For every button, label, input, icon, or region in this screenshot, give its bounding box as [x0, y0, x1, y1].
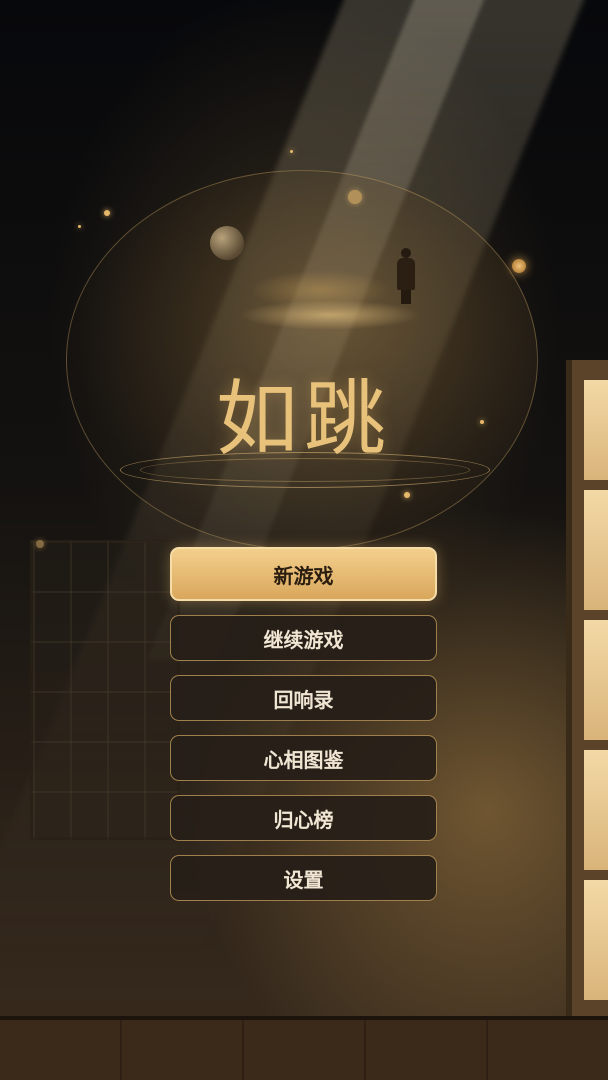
leaderboard-button[interactable]: 归心榜: [170, 795, 437, 841]
child-silhouette: [395, 248, 417, 308]
spark: [290, 150, 293, 153]
planet-illustration: [210, 226, 244, 260]
glowing-orb: [512, 259, 526, 273]
mind-gallery-button[interactable]: 心相图鉴: [170, 735, 437, 781]
shoji-screen-left: [30, 540, 180, 840]
spark: [104, 210, 110, 216]
title-screen: 如跳 新游戏 继续游戏 回响录 心相图鉴 归心榜 设置: [0, 0, 608, 1080]
echo-records-button[interactable]: 回响录: [170, 675, 437, 721]
new-game-button[interactable]: 新游戏: [170, 547, 437, 601]
spark: [348, 190, 362, 204]
continue-game-button[interactable]: 继续游戏: [170, 615, 437, 661]
glowing-lake: [240, 300, 420, 330]
spark: [36, 540, 44, 548]
wooden-floor: [0, 1020, 608, 1080]
game-title: 如跳: [215, 372, 392, 467]
settings-button[interactable]: 设置: [170, 855, 437, 901]
spark: [78, 225, 81, 228]
spark: [404, 492, 410, 498]
main-menu: 新游戏 继续游戏 回响录 心相图鉴 归心榜 设置: [170, 547, 437, 915]
